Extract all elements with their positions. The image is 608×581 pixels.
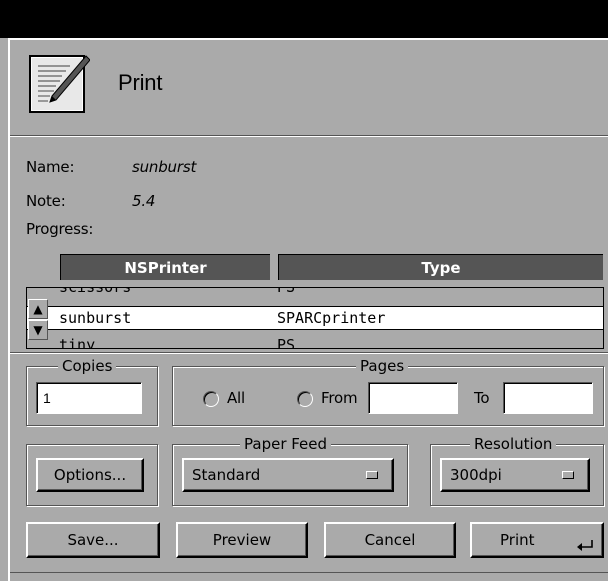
print-button-label: Print bbox=[500, 531, 535, 549]
popup-indicator-icon bbox=[366, 471, 378, 479]
paper-feed-value: Standard bbox=[192, 466, 261, 484]
pages-from-label[interactable]: From bbox=[321, 389, 358, 407]
list-item[interactable]: tiny PS bbox=[27, 336, 603, 349]
cancel-button[interactable]: Cancel bbox=[324, 522, 456, 558]
window-titlebar[interactable] bbox=[0, 0, 608, 38]
paper-feed-popup[interactable]: Standard bbox=[182, 458, 394, 492]
pages-to-field[interactable] bbox=[503, 382, 593, 414]
down-arrow-icon: ▼ bbox=[33, 323, 43, 337]
scroll-down-button[interactable]: ▼ bbox=[28, 320, 48, 340]
paper-feed-label: Paper Feed bbox=[240, 436, 332, 452]
list-item-type: PS bbox=[277, 336, 296, 349]
list-item-name: scissors bbox=[59, 287, 132, 296]
list-item[interactable]: scissors PS bbox=[27, 287, 603, 298]
preview-button[interactable]: Preview bbox=[176, 522, 308, 558]
copies-label: Copies bbox=[58, 358, 117, 374]
list-item-selected[interactable]: sunburst SPARCprinter bbox=[27, 306, 603, 330]
resolution-popup[interactable]: 300dpi bbox=[440, 458, 590, 492]
pages-all-label[interactable]: All bbox=[227, 389, 245, 407]
scroll-up-button[interactable]: ▲ bbox=[28, 299, 48, 319]
pages-from-radio[interactable] bbox=[297, 391, 313, 407]
pages-from-field[interactable] bbox=[368, 382, 458, 414]
list-item-name: sunburst bbox=[59, 309, 132, 327]
pages-to-label: To bbox=[474, 389, 490, 407]
column-header-type[interactable]: Type bbox=[278, 254, 603, 280]
note-value: 5.4 bbox=[132, 192, 156, 210]
list-item-name: tiny bbox=[59, 336, 96, 349]
pages-label: Pages bbox=[356, 358, 409, 374]
print-app-icon bbox=[26, 52, 91, 116]
list-item-type: SPARCprinter bbox=[277, 309, 386, 327]
return-key-icon bbox=[576, 532, 594, 551]
name-label: Name: bbox=[26, 158, 75, 176]
header-separator bbox=[10, 135, 608, 137]
printer-name-value: sunburst bbox=[132, 158, 197, 176]
resolution-label: Resolution bbox=[470, 436, 557, 452]
printer-list[interactable]: scissors PS sunburst SPARCprinter tiny P… bbox=[26, 287, 604, 349]
bottom-edge bbox=[10, 572, 608, 573]
progress-label: Progress: bbox=[26, 220, 94, 238]
options-button[interactable]: Options... bbox=[36, 458, 144, 492]
print-button[interactable]: Print bbox=[470, 522, 604, 558]
save-button[interactable]: Save... bbox=[26, 522, 160, 558]
pages-all-radio[interactable] bbox=[203, 391, 219, 407]
panel-title: Print bbox=[118, 70, 163, 95]
note-label: Note: bbox=[26, 192, 66, 210]
up-arrow-icon: ▲ bbox=[33, 302, 43, 316]
list-separator bbox=[10, 352, 608, 354]
copies-field[interactable] bbox=[36, 382, 142, 414]
popup-indicator-icon bbox=[562, 471, 574, 479]
column-header-nsprinter[interactable]: NSPrinter bbox=[60, 254, 270, 280]
list-item-type: PS bbox=[277, 287, 296, 296]
resolution-value: 300dpi bbox=[450, 466, 502, 484]
